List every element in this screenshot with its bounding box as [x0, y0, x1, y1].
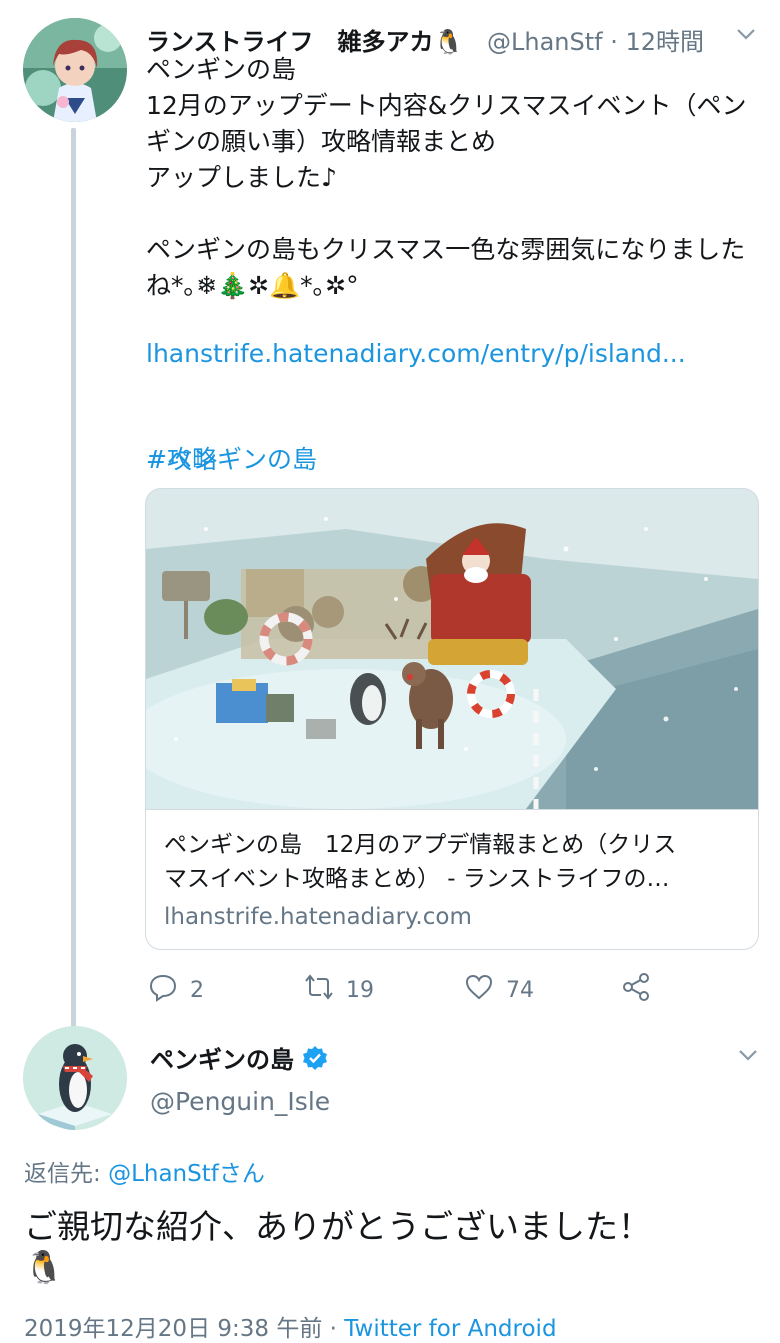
reply-icon: [148, 972, 178, 1008]
card-domain: lhanstrife.hatenadiary.com: [164, 904, 472, 930]
share-button[interactable]: [621, 972, 651, 1008]
avatar-lhanstf[interactable]: [23, 18, 127, 122]
verified-icon: [302, 1045, 328, 1071]
timestamp[interactable]: 2019年12月20日 9:38 午前: [24, 1316, 322, 1342]
thread-line: [71, 128, 76, 1028]
hashtag-strategy[interactable]: #攻略: [146, 442, 217, 478]
card-title: ペンギンの島 12月のアプデ情報まとめ（クリス マスイベント攻略まとめ） - ラ…: [164, 832, 677, 892]
like-icon: [464, 972, 494, 1008]
avatar-penguin-isle[interactable]: [23, 1026, 127, 1130]
tweet-source[interactable]: Twitter for Android: [344, 1316, 556, 1342]
reply-count: 2: [190, 977, 204, 1003]
handle-penguin-isle[interactable]: @Penguin_Isle: [150, 1087, 330, 1116]
timestamp-row: 2019年12月20日 9:38 午前 · Twitter for Androi…: [24, 1309, 557, 1343]
reply-button[interactable]: 2: [148, 972, 204, 1008]
reply-to: 返信先: @LhanStfさん: [24, 1154, 265, 1188]
card-image[interactable]: [146, 489, 758, 809]
chevron-down-icon[interactable]: [734, 22, 758, 52]
retweet-button[interactable]: 19: [304, 972, 374, 1008]
reply-to-handle[interactable]: @LhanStfさん: [108, 1161, 265, 1187]
retweet-count: 19: [346, 977, 374, 1003]
penguin-emoji: 🐧: [24, 1248, 64, 1286]
reply-text: ご親切な紹介、ありがとうございました！: [24, 1207, 651, 1246]
reply-to-label: 返信先:: [24, 1161, 109, 1187]
retweet-icon: [304, 972, 334, 1008]
display-name-penguin-isle[interactable]: ペンギンの島: [150, 1040, 294, 1075]
link-card[interactable]: ペンギンの島 12月のアプデ情報まとめ（クリス マスイベント攻略まとめ） - ラ…: [145, 488, 759, 950]
share-icon: [621, 972, 651, 1008]
card-content[interactable]: ペンギンの島 12月のアプデ情報まとめ（クリス マスイベント攻略まとめ） - ラ…: [146, 809, 758, 949]
tweet-link[interactable]: lhanstrife.hatenadiary.com/entry/p/islan…: [146, 336, 686, 372]
tweet-text: ペンギンの島 12月のアップデート内容&クリスマスイベント（ペン ギンの願い事）…: [146, 55, 747, 300]
penguin-isle-header: ペンギンの島: [150, 1040, 328, 1075]
like-button[interactable]: 74: [464, 972, 534, 1008]
chevron-down-icon[interactable]: [736, 1043, 760, 1073]
timestamp-separator: ·: [322, 1316, 345, 1342]
like-count: 74: [506, 977, 534, 1003]
